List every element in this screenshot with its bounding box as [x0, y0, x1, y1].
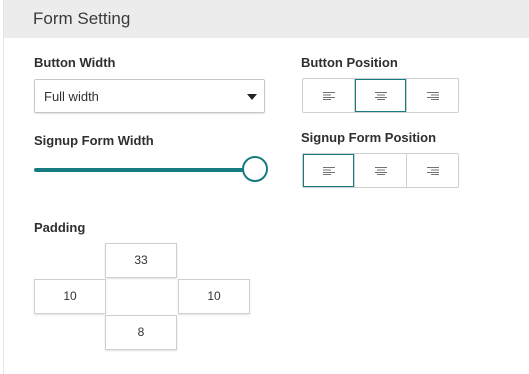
align-left-icon — [322, 166, 335, 175]
align-center-icon — [374, 91, 387, 100]
button-position-right[interactable] — [407, 79, 458, 112]
signup-form-position-center[interactable] — [355, 154, 407, 187]
padding-top-input[interactable]: 33 — [105, 243, 177, 278]
button-position-group — [302, 78, 459, 113]
form-setting-panel: Form Setting Button Width Full width But… — [3, 0, 529, 374]
padding-bottom-input[interactable]: 8 — [105, 315, 177, 350]
padding-label: Padding — [34, 220, 86, 235]
button-position-left[interactable] — [303, 79, 355, 112]
padding-right-input[interactable]: 10 — [178, 279, 250, 314]
button-width-label: Button Width — [34, 55, 116, 70]
signup-form-position-right[interactable] — [407, 154, 458, 187]
signup-form-width-label: Signup Form Width — [34, 133, 154, 148]
button-width-value: Full width — [44, 89, 99, 104]
signup-form-position-label: Signup Form Position — [301, 130, 437, 145]
button-position-label: Button Position — [301, 55, 398, 70]
signup-form-position-group — [302, 153, 459, 188]
signup-form-position-left[interactable] — [303, 154, 355, 187]
align-left-icon — [322, 91, 335, 100]
panel-title: Form Setting — [33, 9, 131, 28]
signup-form-width-slider-track[interactable] — [34, 168, 258, 172]
align-center-icon — [374, 166, 387, 175]
padding-left-input[interactable]: 10 — [34, 279, 106, 314]
panel-header: Form Setting — [4, 0, 529, 38]
align-right-icon — [426, 91, 439, 100]
chevron-down-icon — [247, 94, 257, 100]
align-right-icon — [426, 166, 439, 175]
signup-form-width-slider-thumb[interactable] — [242, 156, 268, 182]
button-width-select[interactable]: Full width — [34, 79, 265, 113]
button-position-center[interactable] — [355, 79, 407, 112]
